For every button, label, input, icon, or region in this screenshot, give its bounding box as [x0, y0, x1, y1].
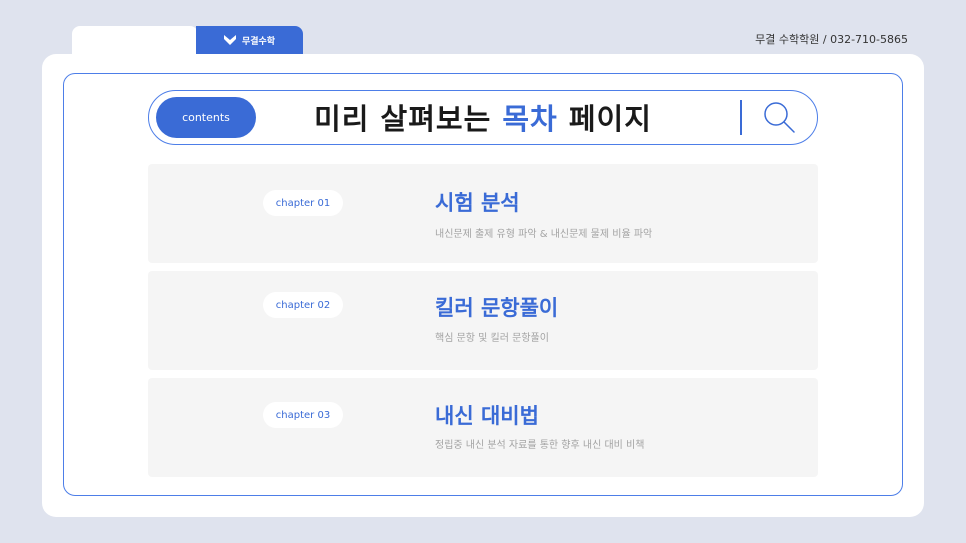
chevron-down-icon — [223, 35, 236, 45]
chapter-row[interactable]: chapter 03 내신 대비법 정립중 내신 분석 자료를 통한 향후 내신… — [148, 378, 818, 477]
tab-brand-label: 무결수학 — [241, 36, 276, 47]
tab-brand[interactable]: 무결수학 — [196, 26, 303, 54]
contents-pill-label: contents — [182, 111, 230, 124]
chapter-desc: 정립중 내신 분석 자료를 통한 향후 내신 대비 비책 — [435, 440, 645, 451]
chapter-tag: chapter 02 — [263, 292, 343, 318]
search-divider — [740, 100, 742, 135]
chapter-title: 킬러 문항풀이 — [435, 296, 559, 320]
contact-info: 무결 수학학원 / 032-710-5865 — [755, 33, 908, 46]
chapter-desc: 핵심 문항 및 킬러 문항풀이 — [435, 333, 549, 344]
chapter-row[interactable]: chapter 01 시험 분석 내신문제 출제 유형 파악 & 내신문제 물제… — [148, 164, 818, 263]
chapter-title: 시험 분석 — [435, 191, 520, 215]
search-icon[interactable] — [762, 100, 796, 134]
contents-pill[interactable]: contents — [156, 97, 256, 138]
chapter-tag: chapter 01 — [263, 190, 343, 216]
chapter-desc: 내신문제 출제 유형 파악 & 내신문제 물제 비율 파악 — [435, 229, 653, 240]
chapter-title: 내신 대비법 — [435, 404, 539, 428]
chapter-tag: chapter 03 — [263, 402, 343, 428]
chapter-row[interactable]: chapter 02 킬러 문항풀이 핵심 문항 및 킬러 문항풀이 — [148, 271, 818, 370]
